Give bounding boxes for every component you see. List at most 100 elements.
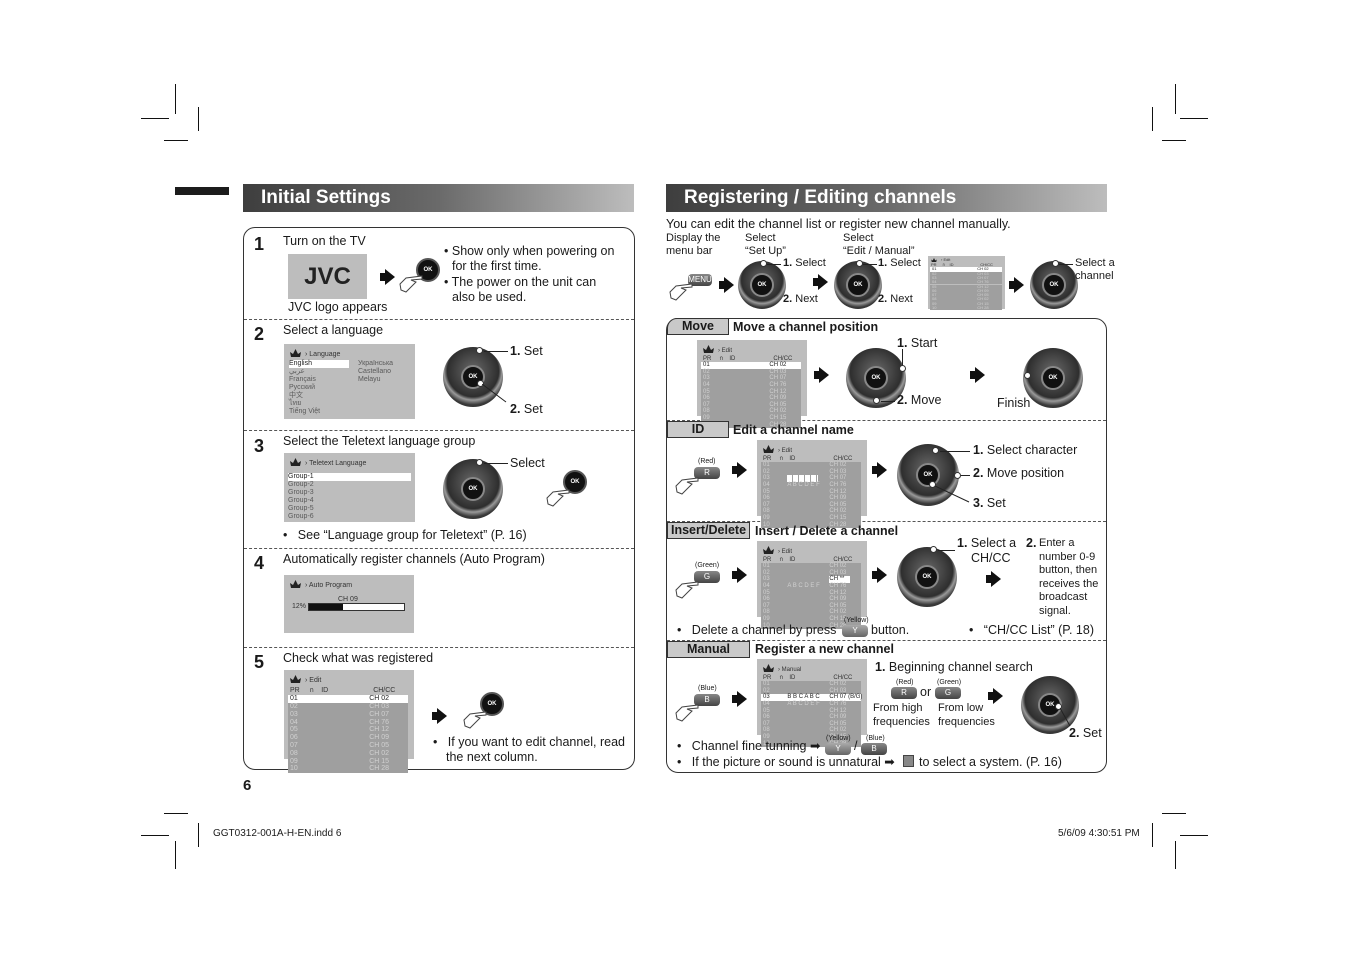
- section-heading: Insert / Delete a channel: [755, 524, 899, 538]
- step-number: 1: [254, 234, 265, 254]
- language-screen: › Language English عربي Français Русский…: [284, 344, 415, 419]
- channel-row: 06 CH 09: [761, 596, 861, 603]
- channel-row: 06 CH 09: [761, 714, 861, 721]
- green-button: G: [935, 687, 961, 699]
- note: • Delete a channel by press: [677, 623, 837, 637]
- callout: 1. Select a: [957, 536, 1017, 550]
- note: • “CH/CC List” (P. 18): [969, 623, 1095, 637]
- language-option: ไทย: [289, 400, 302, 407]
- yellow-button: Y: [825, 743, 851, 755]
- dial-indicator: [856, 260, 863, 267]
- divider: [244, 548, 634, 549]
- callout: 2. Move: [897, 393, 942, 407]
- channel-row: 10CH 28: [288, 765, 408, 774]
- hand-icon: [463, 711, 487, 729]
- callout: 1. Select character: [973, 443, 1078, 457]
- hand-icon: [675, 704, 699, 722]
- leader-line: [482, 384, 507, 403]
- channel-row: 07 CH 05: [761, 720, 861, 728]
- group-option-selected: Group-1: [288, 473, 411, 481]
- language-option: Français: [289, 376, 316, 383]
- channel-row: 02 CH 03: [761, 468, 861, 476]
- menu-icon: [763, 546, 774, 554]
- flow-label: Select: [745, 232, 776, 244]
- channel-row: 06 CH 09: [761, 495, 861, 502]
- button-color-label: (Red): [896, 679, 914, 686]
- crop-mark: [164, 140, 188, 141]
- channel-row: 02 CH 03: [701, 368, 801, 376]
- section-title-registering: Registering / Editing channels: [666, 184, 1107, 212]
- channel-row: 07 CH 05: [701, 401, 801, 409]
- progress-percent: 12%: [292, 603, 307, 610]
- remote-dial: OK: [443, 459, 503, 519]
- channel-row: 05 CH 12: [288, 726, 408, 735]
- language-option: 中文: [289, 392, 303, 399]
- dial-up-indicator: [930, 546, 937, 553]
- callout: 1. Beginning channel search: [875, 660, 1033, 674]
- separator: /: [854, 739, 858, 753]
- step-title: Turn on the TV: [283, 234, 366, 248]
- auto-program-progress: [308, 603, 405, 611]
- channel-row: 08 CH 02: [701, 408, 801, 415]
- arrow-right-icon: [719, 277, 734, 293]
- arrow-right-icon: [813, 274, 828, 290]
- arrow-right-icon: [380, 269, 395, 285]
- arrow-right-icon: [872, 567, 887, 583]
- thumb-tab: [175, 187, 229, 195]
- tab-insert-delete: Insert/Delete: [667, 522, 750, 539]
- channel-row: 02 CH 03: [761, 687, 861, 695]
- step-number: 2: [254, 324, 265, 344]
- button-color-label: (Blue): [866, 735, 885, 742]
- channel-row: 04 CH 76: [701, 381, 801, 389]
- section-heading: Register a new channel: [755, 642, 894, 656]
- crop-mark: [1175, 841, 1176, 869]
- channel-row: 08 CH 02: [761, 609, 861, 616]
- screen-header: › Manual: [763, 664, 801, 674]
- yellow-button: Y: [842, 625, 868, 637]
- leader-line: [1060, 708, 1071, 727]
- label: frequencies: [873, 716, 930, 728]
- channel-row: 08 CH 02: [288, 749, 408, 758]
- channel-row: 01 CH 02: [761, 462, 861, 469]
- caption: JVC logo appears: [288, 300, 388, 314]
- remote-dial: OK: [738, 261, 786, 309]
- note: for the first time.: [452, 259, 542, 273]
- arrow-right-icon: [732, 691, 747, 707]
- crop-mark: [141, 118, 169, 119]
- channel-row: 03 CH 07: [701, 375, 801, 382]
- blue-button: B: [861, 743, 887, 755]
- edit-screen: › Edit PR ก ID CH/CC 01 CH 02 02 CH 03 03 CH 07 04 A…: [757, 440, 867, 529]
- hand-icon: [675, 477, 699, 495]
- dial-right-indicator: [954, 472, 961, 479]
- hand-icon: [675, 581, 699, 599]
- channel-row: 04 A B C D E F CH 76: [761, 481, 861, 489]
- section-heading: Edit a channel name: [733, 423, 854, 437]
- dial-indicator: [1052, 260, 1059, 267]
- channel-row: 08 CH 02: [761, 508, 861, 515]
- crop-mark: [1162, 140, 1186, 141]
- channel-row: 03 CH **: [761, 576, 861, 583]
- edit-screen-mini: › Edit PR ก ID CH/CC 01 CH 02 02 CH 03 03 CH 07 04 C…: [928, 256, 1005, 311]
- language-option: Tiếng Việt: [289, 408, 321, 415]
- flow-label: Select: [843, 232, 874, 244]
- screen-header: › Edit: [290, 675, 321, 685]
- screen-header: › Edit: [703, 345, 732, 355]
- arrow-right-icon: [814, 367, 829, 383]
- channel-row: 01 CH 02: [701, 362, 801, 369]
- arrow-right-icon: [732, 462, 747, 478]
- leader-line: [767, 264, 781, 265]
- tab-move: Move: [667, 318, 729, 335]
- dial-indicator: [760, 260, 767, 267]
- channel-row: 09 CH 15: [761, 514, 861, 522]
- channel-row: 06 CH 09: [288, 734, 408, 743]
- channel-row: 06 CH 09: [701, 395, 801, 402]
- callout: 2. Set: [1069, 726, 1102, 740]
- note: • See “Language group for Teletext” (P. …: [283, 528, 527, 542]
- callout: 1. Select: [783, 257, 826, 269]
- crop-mark: [1162, 813, 1186, 814]
- or-label: or: [920, 685, 932, 699]
- channel-row: 04 A B C D E F CH 76: [761, 582, 861, 590]
- progress-fill: [309, 604, 344, 610]
- arrow-right-icon: [432, 708, 447, 724]
- callout: 1. Set: [510, 344, 543, 358]
